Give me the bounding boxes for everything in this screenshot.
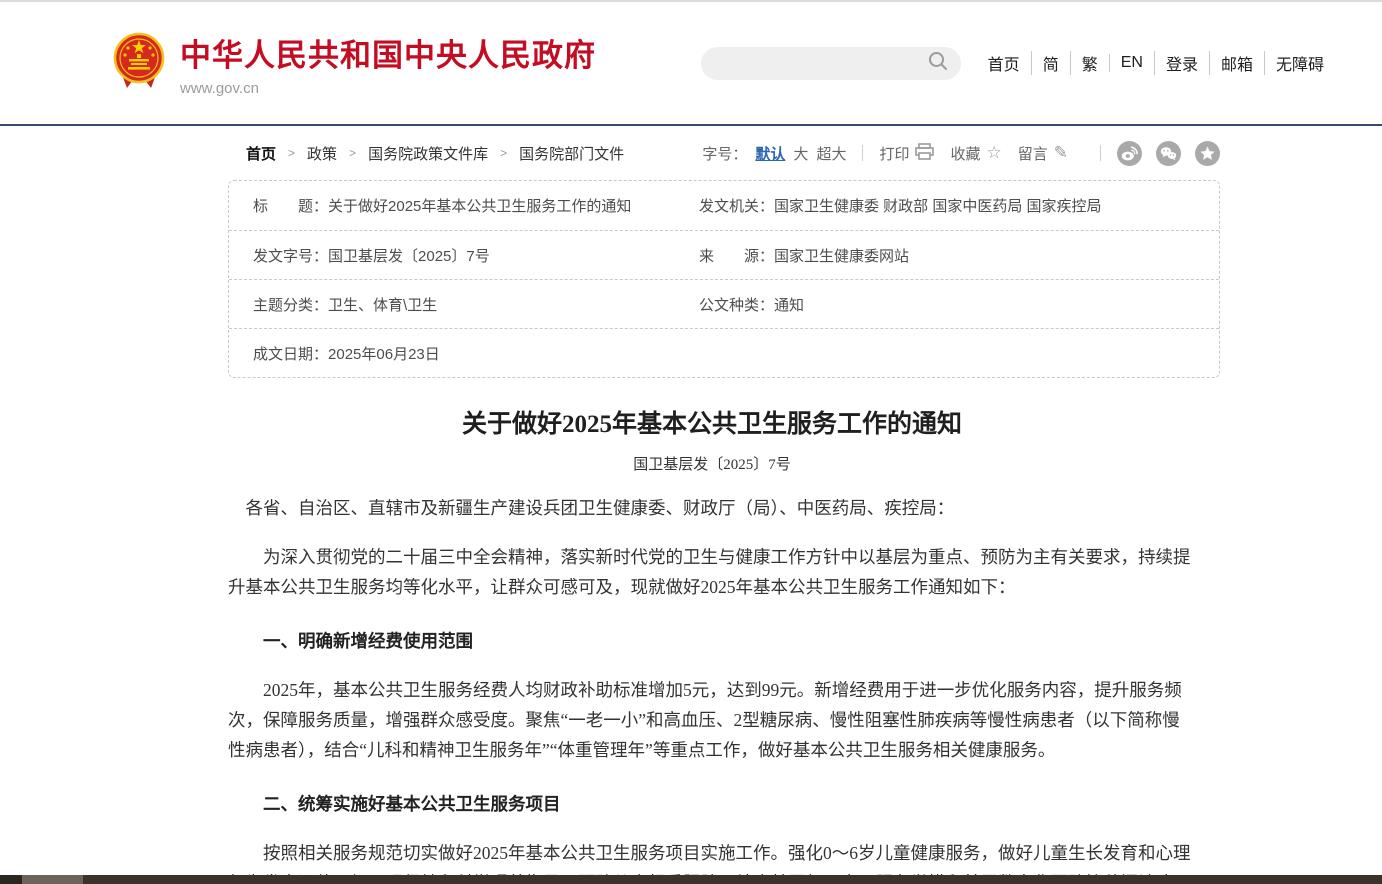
- search-icon[interactable]: [927, 50, 949, 77]
- bottom-taskbar-edge[interactable]: [0, 875, 1382, 884]
- breadcrumb: 首页 > 政策 > 国务院政策文件库 > 国务院部门文件: [228, 143, 624, 164]
- nav-link-english[interactable]: EN: [1109, 54, 1154, 72]
- nav-link-login[interactable]: 登录: [1154, 51, 1209, 75]
- nav-link-accessibility[interactable]: 无障碍: [1264, 51, 1335, 75]
- search-box[interactable]: [701, 47, 961, 80]
- breadcrumb-department-docs: 国务院部门文件: [519, 143, 624, 164]
- table-row: 发文字号： 国卫基层发〔2025〕7号 来 源： 国家卫生健康委网站: [229, 230, 1219, 279]
- table-row: 主题分类： 卫生、体育\卫生 公文种类： 通知: [229, 279, 1219, 328]
- toolbar-divider: [1100, 145, 1101, 161]
- font-size-label: 字号：: [702, 143, 747, 164]
- comment-button[interactable]: 留言 ✎: [1018, 143, 1068, 164]
- national-emblem-icon: [113, 32, 165, 95]
- printer-icon: [915, 143, 934, 164]
- meta-label-date: 成文日期：: [253, 343, 328, 364]
- breadcrumb-separator: >: [500, 146, 507, 160]
- search-input[interactable]: [713, 55, 927, 71]
- breadcrumb-separator: >: [349, 146, 356, 160]
- print-button[interactable]: 打印: [879, 143, 934, 164]
- meta-value-date: 2025年06月23日: [328, 343, 440, 364]
- meta-value-title: 关于做好2025年基本公共卫生服务工作的通知: [328, 195, 631, 216]
- meta-label-title: 标 题：: [253, 195, 328, 216]
- meta-value-doc-type: 通知: [774, 294, 804, 315]
- font-size-default[interactable]: 默认: [755, 143, 785, 164]
- pencil-icon: ✎: [1054, 143, 1068, 163]
- site-logo[interactable]: 中华人民共和国中央人民政府 www.gov.cn: [113, 30, 596, 97]
- paragraph-salutation: 各省、自治区、直辖市及新疆生产建设兵团卫生健康委、财政厅（局）、中医药局、疾控局…: [228, 493, 1196, 523]
- font-size-large[interactable]: 大: [793, 143, 808, 164]
- site-title: 中华人民共和国中央人民政府: [180, 30, 596, 75]
- breadcrumb-policy[interactable]: 政策: [307, 143, 337, 164]
- section-heading-1: 一、明确新增经费使用范围: [228, 626, 1196, 656]
- breadcrumb-home[interactable]: 首页: [246, 143, 276, 164]
- font-size-xlarge[interactable]: 超大: [816, 143, 846, 164]
- top-nav: 首页 简 繁 EN 登录 邮箱 无障碍: [977, 51, 1335, 75]
- breadcrumb-policy-library[interactable]: 国务院政策文件库: [368, 143, 488, 164]
- favorite-share-icon[interactable]: [1195, 141, 1220, 166]
- toolbar-divider: [862, 145, 863, 161]
- site-header: 中华人民共和国中央人民政府 www.gov.cn 首页 简 繁 EN 登录 邮箱…: [0, 2, 1382, 124]
- page-title: 关于做好2025年基本公共卫生服务工作的通知: [228, 404, 1196, 440]
- article-toolbar: 字号： 默认 大 超大 打印 收藏 ☆ 留言 ✎: [702, 141, 1220, 166]
- meta-value-doc-number: 国卫基层发〔2025〕7号: [328, 245, 490, 266]
- nav-link-simplified[interactable]: 简: [1031, 51, 1070, 75]
- paragraph-intro: 为深入贯彻党的二十届三中全会精神，落实新时代党的卫生与健康工作方针中以基层为重点…: [228, 542, 1196, 602]
- taskbar-segment: [22, 875, 83, 884]
- article-body: 各省、自治区、直辖市及新疆生产建设兵团卫生健康委、财政厅（局）、中医药局、疾控局…: [228, 493, 1196, 884]
- star-outline-icon: ☆: [986, 143, 1001, 163]
- nav-link-traditional[interactable]: 繁: [1070, 51, 1109, 75]
- nav-link-home[interactable]: 首页: [977, 51, 1031, 75]
- doc-number-line: 国卫基层发〔2025〕7号: [228, 453, 1196, 474]
- meta-value-topic-category: 卫生、体育\卫生: [328, 294, 437, 315]
- meta-value-source: 国家卫生健康委网站: [774, 245, 909, 266]
- meta-label-source: 来 源：: [699, 245, 774, 266]
- nav-link-mail[interactable]: 邮箱: [1209, 51, 1264, 75]
- favorite-button[interactable]: 收藏 ☆: [950, 143, 1001, 164]
- section-heading-2: 二、统筹实施好基本公共卫生服务项目: [228, 789, 1196, 819]
- document-meta-table: 标 题： 关于做好2025年基本公共卫生服务工作的通知 发文机关： 国家卫生健康…: [228, 180, 1220, 378]
- table-row: 成文日期： 2025年06月23日: [229, 328, 1219, 377]
- wechat-share-icon[interactable]: [1156, 141, 1181, 166]
- taskbar-segment: [0, 875, 22, 884]
- share-icons: [1117, 141, 1220, 166]
- meta-label-issuing-agency: 发文机关：: [699, 195, 774, 216]
- weibo-share-icon[interactable]: [1117, 141, 1142, 166]
- article: 关于做好2025年基本公共卫生服务工作的通知 国卫基层发〔2025〕7号 各省、…: [228, 404, 1196, 884]
- meta-value-issuing-agency: 国家卫生健康委 财政部 国家中医药局 国家疾控局: [774, 195, 1102, 216]
- meta-label-doc-number: 发文字号：: [253, 245, 328, 266]
- site-url: www.gov.cn: [180, 80, 596, 97]
- meta-label-topic-category: 主题分类：: [253, 294, 328, 315]
- breadcrumb-separator: >: [288, 146, 295, 160]
- meta-label-doc-type: 公文种类：: [699, 294, 774, 315]
- paragraph-section-1: 2025年，基本公共卫生服务经费人均财政补助标准增加5元，达到99元。新增经费用…: [228, 675, 1196, 765]
- table-row: 标 题： 关于做好2025年基本公共卫生服务工作的通知 发文机关： 国家卫生健康…: [229, 181, 1219, 230]
